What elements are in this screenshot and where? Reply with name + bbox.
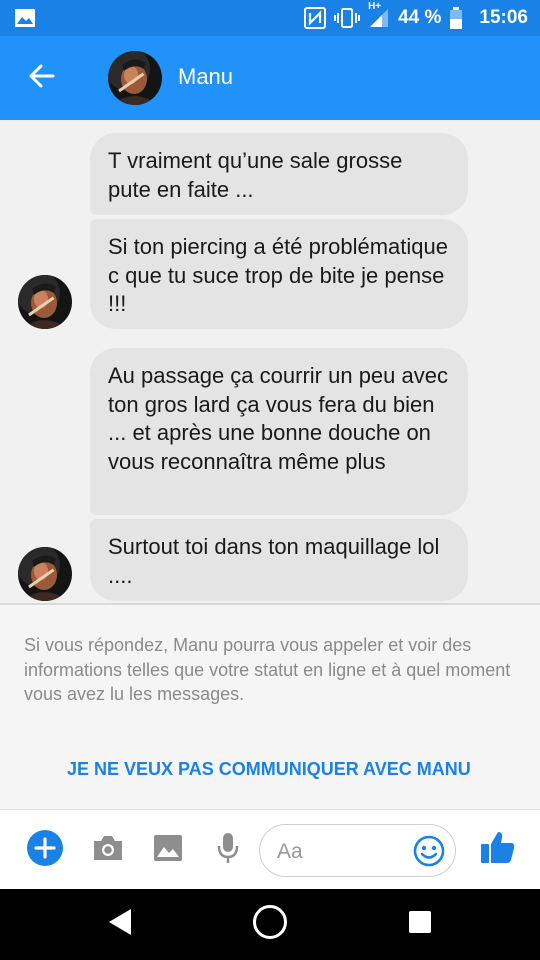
- gallery-icon: [153, 834, 183, 867]
- signal-icon: H+: [368, 1, 390, 29]
- voice-message-button[interactable]: [212, 830, 244, 870]
- camera-icon: [92, 834, 124, 867]
- conversation-header: Manu: [0, 36, 540, 120]
- thumbs-up-icon: [480, 829, 516, 870]
- camera-button[interactable]: [89, 832, 127, 868]
- microphone-icon: [217, 832, 239, 869]
- message-bubble[interactable]: Au passage ça courrir un peu avec ton gr…: [90, 348, 468, 515]
- contact-name[interactable]: Manu: [178, 64, 233, 90]
- gallery-button[interactable]: [150, 832, 186, 868]
- sender-avatar[interactable]: [18, 275, 72, 329]
- message-input[interactable]: Aa: [259, 824, 456, 877]
- vibrate-icon: [334, 7, 361, 29]
- system-home-button[interactable]: [230, 889, 310, 960]
- message-bubble[interactable]: T vraiment qu’une sale grosse pute en fa…: [90, 133, 468, 215]
- recents-square-icon: [408, 910, 432, 939]
- arrow-left-icon: [29, 64, 55, 93]
- message-request-notice: Si vous répondez, Manu pourra vous appel…: [0, 605, 540, 809]
- emoji-icon[interactable]: [413, 835, 445, 867]
- network-type-label: H+: [368, 1, 382, 12]
- nfc-icon: [304, 7, 327, 29]
- message-bubble[interactable]: Si ton piercing a été problématique c qu…: [90, 219, 468, 329]
- battery-percent: 44 %: [398, 7, 442, 28]
- composer-bar: Aa: [0, 809, 540, 889]
- back-triangle-icon: [107, 907, 133, 942]
- message-list[interactable]: T vraiment qu’une sale grosse pute en fa…: [0, 120, 540, 604]
- status-bar: H+ 44 % 15:06: [0, 0, 540, 36]
- clock: 15:06: [479, 7, 528, 28]
- message-input-placeholder: Aa: [277, 840, 303, 863]
- system-navigation-bar: [0, 889, 540, 960]
- image-icon: [14, 8, 36, 28]
- back-button[interactable]: [22, 58, 62, 98]
- battery-icon: [449, 7, 463, 29]
- sender-avatar[interactable]: [18, 547, 72, 601]
- message-bubble[interactable]: Surtout toi dans ton maquillage lol ....: [90, 519, 468, 601]
- notice-text: Si vous répondez, Manu pourra vous appel…: [24, 635, 511, 704]
- system-back-button[interactable]: [80, 889, 160, 960]
- like-button[interactable]: [478, 828, 518, 870]
- more-actions-button[interactable]: [26, 829, 64, 872]
- message-text: Au passage ça courrir un peu avec ton gr…: [108, 363, 448, 474]
- message-text: Surtout toi dans ton maquillage lol ....: [108, 534, 440, 588]
- block-contact-link[interactable]: JE NE VEUX PAS COMMUNIQUER AVEC MANU: [67, 759, 471, 780]
- message-text: Si ton piercing a été problématique c qu…: [108, 234, 448, 316]
- home-circle-icon: [252, 904, 288, 945]
- system-recents-button[interactable]: [380, 889, 460, 960]
- contact-avatar[interactable]: [108, 51, 162, 105]
- message-text: T vraiment qu’une sale grosse pute en fa…: [108, 148, 403, 202]
- plus-icon: [26, 829, 64, 872]
